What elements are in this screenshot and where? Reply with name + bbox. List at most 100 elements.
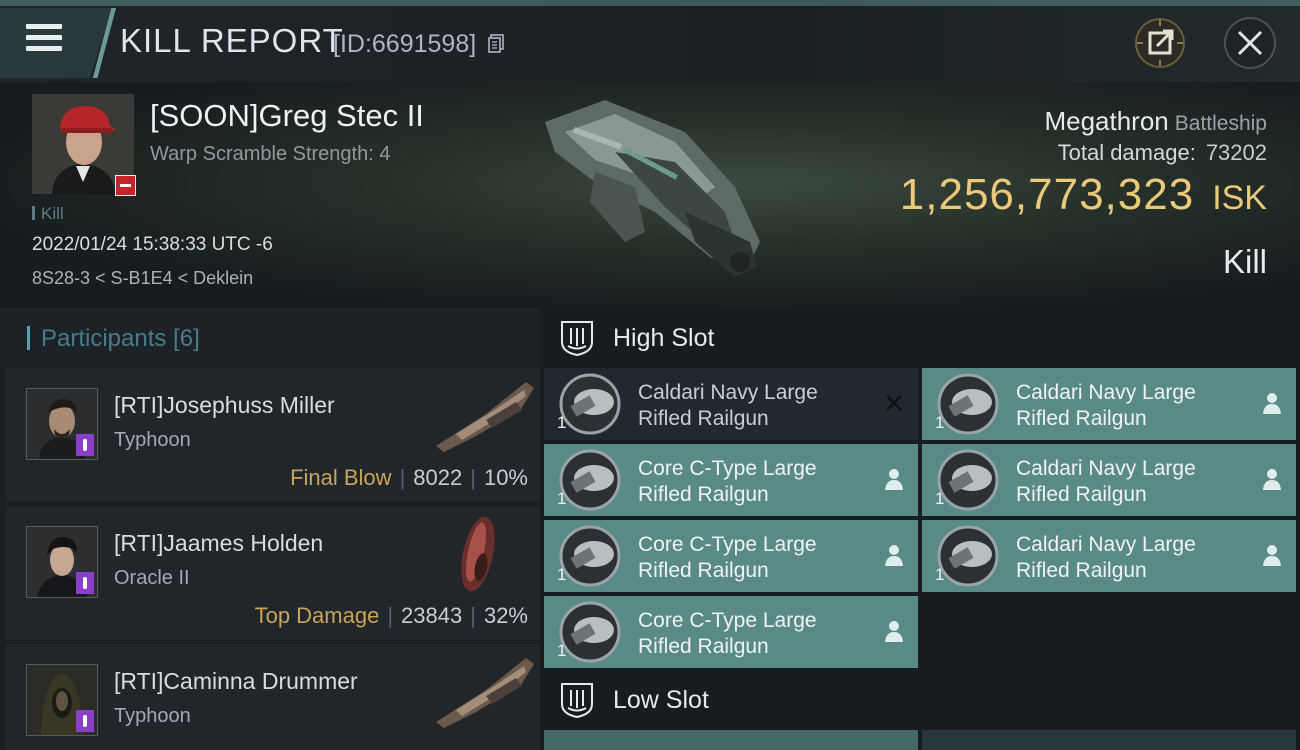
- total-damage-value: 73202: [1205, 140, 1267, 165]
- participant-name[interactable]: [RTI]Jaames Holden: [114, 530, 323, 557]
- low-slot-icon: [561, 683, 593, 718]
- victim-ship-line: Megathron Battleship: [1044, 106, 1267, 137]
- module-name-line1: Caldari Navy Large: [1016, 381, 1196, 404]
- module-quantity: 1: [557, 565, 567, 584]
- railgun-icon: [937, 373, 999, 435]
- stats-separator: |: [399, 465, 406, 490]
- module-name: Core C-Type Large Rifled Railgun: [638, 532, 817, 584]
- participants-title: Participants [6]: [41, 325, 200, 352]
- module-name-line1: Core C-Type Large: [638, 609, 817, 632]
- module-item[interactable]: 1 Caldari Navy Large Rifled Railgun: [922, 444, 1296, 516]
- stats-separator: |: [470, 603, 476, 628]
- victim-name[interactable]: [SOON]Greg Stec II: [150, 98, 424, 134]
- dropped-person-icon: [1263, 469, 1281, 490]
- low-slot-title: Low Slot: [613, 686, 709, 714]
- module-item[interactable]: 1 Caldari Navy Large Rifled Railgun: [922, 368, 1296, 440]
- module-item-partial[interactable]: [922, 730, 1296, 750]
- participant-ship-image[interactable]: [426, 512, 536, 592]
- module-name-line2: Rifled Railgun: [638, 407, 769, 430]
- participant-name[interactable]: [RTI]Josephuss Miller: [114, 392, 335, 419]
- module-item[interactable]: 1 Core C-Type Large Rifled Railgun: [544, 596, 918, 668]
- dropped-person-icon: [1263, 393, 1281, 414]
- module-name-line1: Caldari Navy Large: [638, 381, 818, 404]
- participant-name[interactable]: [RTI]Caminna Drummer: [114, 668, 358, 695]
- page-title: KILL REPORT: [120, 22, 344, 59]
- final-blow-tag: Final Blow: [290, 465, 392, 490]
- module-name-line2: Rifled Railgun: [638, 559, 769, 582]
- victim-ship-image[interactable]: [535, 92, 775, 302]
- participant-ship: Oracle II: [114, 567, 190, 589]
- participants-header-accent: [27, 326, 30, 350]
- module-name-line1: Core C-Type Large: [638, 533, 817, 556]
- participant-damage: 8022: [413, 465, 463, 490]
- module-quantity: 1: [557, 489, 567, 508]
- corp-badge: [115, 175, 136, 196]
- high-slot-icon: [561, 321, 593, 356]
- kill-location[interactable]: 8S28-3 < S-B1E4 < Deklein: [32, 268, 253, 289]
- module-name: Core C-Type Large Rifled Railgun: [638, 608, 817, 660]
- dropped-person-icon: [885, 469, 903, 490]
- dropped-person-icon: [1263, 545, 1281, 566]
- module-item-partial[interactable]: [544, 730, 918, 750]
- module-name-line2: Rifled Railgun: [638, 635, 769, 658]
- close-button[interactable]: [1224, 17, 1276, 69]
- copy-icon[interactable]: [488, 34, 504, 53]
- module-item[interactable]: 1 Caldari Navy Large Rifled Railgun: [544, 368, 918, 440]
- module-name-line2: Rifled Railgun: [1016, 483, 1147, 506]
- report-id: [ID:6691598]: [333, 30, 477, 58]
- isk-value-line: 1,256,773,323 ISK: [900, 170, 1267, 220]
- participant-damage-percent: 32%: [483, 603, 528, 628]
- victim-ship-name[interactable]: Megathron: [1044, 106, 1168, 136]
- module-name: Caldari Navy Large Rifled Railgun: [1016, 456, 1196, 508]
- module-quantity: 1: [557, 641, 567, 660]
- kill-result-label: Kill: [1222, 243, 1267, 280]
- module-name-line1: Caldari Navy Large: [1016, 533, 1196, 556]
- railgun-icon: [559, 525, 621, 587]
- module-name: Caldari Navy Large Rifled Railgun: [1016, 532, 1196, 584]
- participant-ship: Typhoon: [114, 705, 191, 727]
- module-name-line2: Rifled Railgun: [1016, 407, 1147, 430]
- module-quantity: 1: [557, 413, 567, 432]
- menu-icon[interactable]: [26, 24, 64, 54]
- module-name-line2: Rifled Railgun: [1016, 559, 1147, 582]
- railgun-icon: [559, 449, 621, 511]
- alliance-badge: [76, 434, 94, 456]
- module-quantity: 1: [935, 565, 945, 584]
- module-item[interactable]: 1 Caldari Navy Large Rifled Railgun: [922, 520, 1296, 592]
- railgun-icon: [559, 601, 621, 663]
- module-name-line2: Rifled Railgun: [638, 483, 769, 506]
- participant-ship-image[interactable]: [426, 650, 536, 730]
- module-name-line1: Core C-Type Large: [638, 457, 817, 480]
- module-name: Caldari Navy Large Rifled Railgun: [638, 380, 818, 432]
- kill-report-screen: KILL REPORT [ID:6691598] [SOON]Greg Stec…: [0, 0, 1300, 750]
- stats-separator: |: [470, 465, 476, 490]
- participant-row[interactable]: [RTI]Jaames Holden Oracle II Top Damage |…: [6, 506, 540, 640]
- railgun-icon: [937, 449, 999, 511]
- participant-row[interactable]: [RTI]Josephuss Miller Typhoon Final Blow…: [6, 368, 540, 502]
- high-slot-title: High Slot: [613, 324, 715, 352]
- high-slot-header: High Slot: [544, 308, 1300, 368]
- participant-damage-percent: 10%: [483, 465, 528, 490]
- participants-panel: Participants [6] [RTI]Josephuss Miller T…: [0, 308, 540, 750]
- railgun-icon: [937, 525, 999, 587]
- share-button[interactable]: [1135, 18, 1185, 68]
- participant-row[interactable]: [RTI]Caminna Drummer Typhoon: [6, 644, 540, 750]
- module-item[interactable]: 1 Core C-Type Large Rifled Railgun: [544, 520, 918, 592]
- fitting-panel: High Slot 1 Caldari Navy Large Rifled Rai…: [540, 308, 1300, 750]
- alliance-badge: [76, 710, 94, 732]
- dropped-person-icon: [885, 621, 903, 642]
- warp-scramble-strength: Warp Scramble Strength: 4: [150, 143, 391, 165]
- header-top-accent: [0, 0, 1300, 6]
- participants-header: Participants [6]: [0, 308, 540, 368]
- module-item[interactable]: 1 Core C-Type Large Rifled Railgun: [544, 444, 918, 516]
- participant-ship: Typhoon: [114, 429, 191, 451]
- participant-stats: Final Blow | 8022 | 10%: [290, 465, 528, 491]
- isk-unit: ISK: [1212, 179, 1267, 217]
- dropped-person-icon: [885, 545, 903, 566]
- victim-ship-class: Battleship: [1174, 112, 1267, 135]
- total-damage-label: Total damage:: [1057, 140, 1196, 165]
- top-damage-tag: Top Damage: [254, 603, 380, 628]
- low-slot-header: Low Slot: [544, 670, 1300, 730]
- participant-ship-image[interactable]: [426, 374, 536, 454]
- module-name: Core C-Type Large Rifled Railgun: [638, 456, 817, 508]
